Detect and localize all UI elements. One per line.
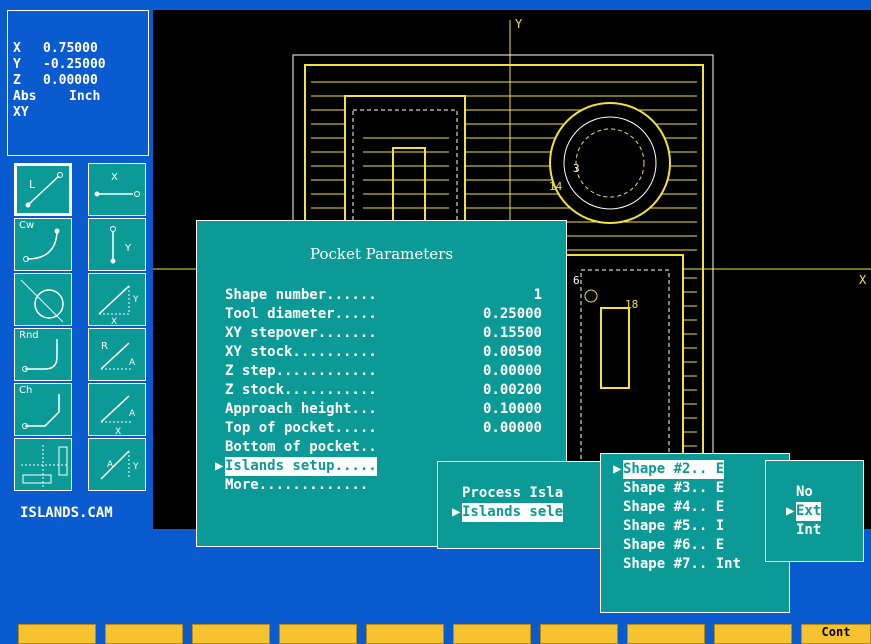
canvas-label: 6 <box>573 274 580 287</box>
param-z-stock[interactable]: Z stock........... 0.00200 <box>225 381 542 400</box>
function-key[interactable] <box>366 624 444 644</box>
round-tool-button[interactable]: Rnd <box>14 328 72 381</box>
dialog-title: Pocket Parameters <box>309 245 454 263</box>
vertical-line-tool-button[interactable]: Y <box>88 218 146 271</box>
function-key[interactable] <box>279 624 357 644</box>
tool-palette: L X Cw Y Y X Rnd R A Ch A X A Y <box>14 163 146 493</box>
function-key[interactable] <box>105 624 183 644</box>
selection-arrow-icon: ▶ <box>613 461 622 477</box>
continue-key[interactable]: Cont <box>801 624 871 644</box>
selection-arrow-icon: ▶ <box>452 504 461 520</box>
mode-label: Abs <box>13 89 37 104</box>
canvas-label: 18 <box>625 298 638 311</box>
horizontal-line-tool-button[interactable]: X <box>88 163 146 216</box>
continue-key-label: Cont <box>821 625 851 639</box>
svg-text:X: X <box>115 427 121 437</box>
x-axis-label: X <box>859 273 867 287</box>
shapes-list: ▶ Shape #2.. E Shape #3.. E Shape #4.. E … <box>600 453 790 613</box>
y-label: Y <box>13 57 21 72</box>
filename-label: ISLANDS.CAM <box>20 505 113 521</box>
round-corner-icon <box>22 339 58 372</box>
cw-arc-tool-button[interactable]: Cw <box>14 218 72 271</box>
function-key[interactable] <box>192 624 270 644</box>
vertical-line-icon <box>110 226 116 264</box>
chamfer-tool-button[interactable]: Ch <box>14 383 72 436</box>
xy-line-icon: Y X <box>98 285 139 327</box>
param-top-of-pocket[interactable]: Top of pocket..... 0.00000 <box>225 419 542 438</box>
coordinate-readout: X 0.75000 Y -0.25000 Z 0.00000 Abs Inch XY <box>7 10 149 156</box>
canvas-label: 3 <box>573 162 580 175</box>
xa-line-tool-button[interactable]: A X <box>88 383 146 437</box>
island-circle-outer <box>549 102 671 224</box>
plane-label: XY <box>13 105 29 120</box>
function-key[interactable] <box>453 624 531 644</box>
y-axis-label: Y <box>515 17 523 31</box>
param-bottom-of-pocket[interactable]: Bottom of pocket.. <box>225 438 542 457</box>
ruler-tool-button[interactable] <box>14 438 72 491</box>
function-key[interactable] <box>627 624 705 644</box>
param-z-step[interactable]: Z step............ 0.00000 <box>225 362 542 381</box>
radius-angle-icon: A <box>100 342 136 370</box>
function-key-bar: Cont <box>0 624 871 644</box>
svg-text:A: A <box>107 460 114 470</box>
chamfer-icon <box>22 394 60 429</box>
ay-line-icon: A Y <box>100 450 139 480</box>
line-tool-button[interactable]: L <box>14 163 72 216</box>
selection-arrow-icon: ▶ <box>786 503 795 519</box>
svg-text:A: A <box>129 409 136 419</box>
units-label: Inch <box>69 89 101 104</box>
radius-angle-tool-button[interactable]: R A <box>88 328 146 381</box>
ruler-icon <box>21 445 68 487</box>
y-value: -0.25000 <box>43 57 106 72</box>
function-key[interactable] <box>18 624 96 644</box>
island-type-selector: No ▶ Ext Int <box>765 460 864 562</box>
svg-text:Y: Y <box>132 462 139 472</box>
xy-line-tool-button[interactable]: Y X <box>88 273 146 327</box>
function-key[interactable] <box>714 624 792 644</box>
ay-line-tool-button[interactable]: A Y <box>88 438 146 491</box>
canvas-label: 14 <box>549 180 563 193</box>
function-key[interactable] <box>540 624 618 644</box>
param-shape-number[interactable]: Shape number...... 1 <box>225 286 542 305</box>
svg-text:X: X <box>111 317 117 327</box>
svg-text:Y: Y <box>132 295 139 305</box>
param-approach-height[interactable]: Approach height... 0.10000 <box>225 400 542 419</box>
islands-submenu: Process Isla ▶ Islands sele <box>437 461 602 549</box>
svg-text:A: A <box>129 358 136 368</box>
x-label: X <box>13 41 21 56</box>
param-xy-stepover[interactable]: XY stepover....... 0.15500 <box>225 324 542 343</box>
line-icon <box>25 172 63 208</box>
x-value: 0.75000 <box>43 41 98 56</box>
selection-arrow-icon: ▶ <box>215 458 224 474</box>
cw-arc-icon <box>23 228 60 262</box>
horizontal-line-icon <box>94 191 140 197</box>
param-xy-stock[interactable]: XY stock.......... 0.00500 <box>225 343 542 362</box>
circle-tool-button[interactable] <box>14 273 72 326</box>
xa-line-icon: A X <box>100 395 136 437</box>
z-label: Z <box>13 73 21 88</box>
param-tool-diameter[interactable]: Tool diameter..... 0.25000 <box>225 305 542 324</box>
z-value: 0.00000 <box>43 73 98 88</box>
circle-icon <box>20 279 64 323</box>
